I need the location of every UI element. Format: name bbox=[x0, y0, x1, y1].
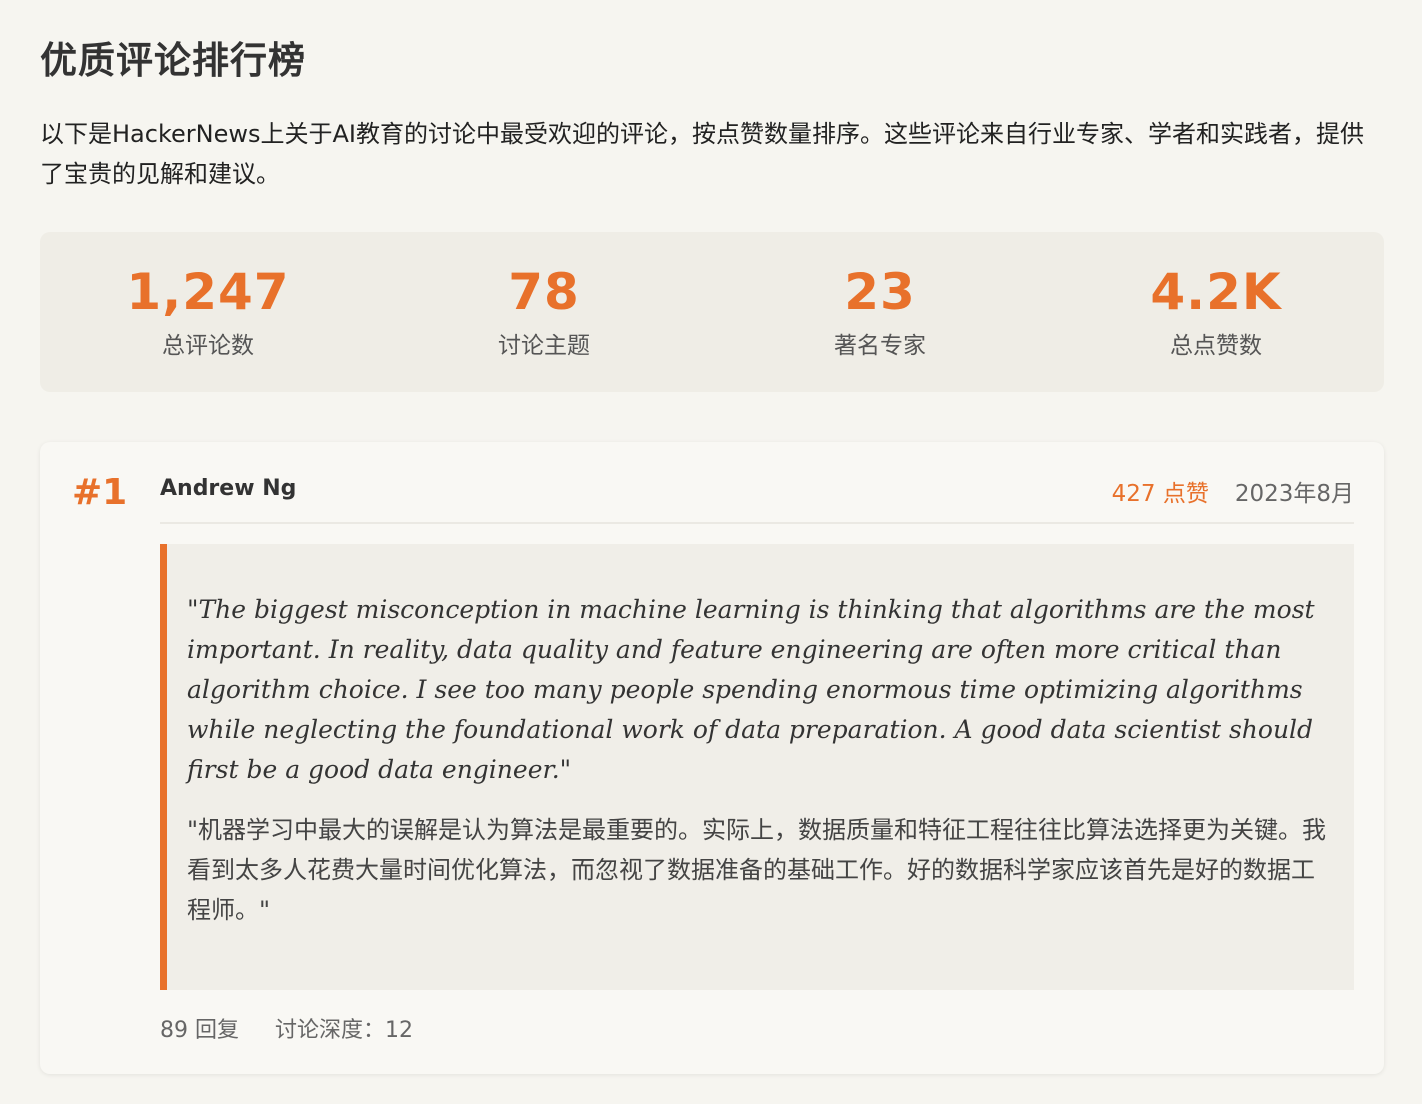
comment-meta: 427 点赞 2023年8月 bbox=[1112, 474, 1354, 508]
intro-text: 以下是HackerNews上关于AI教育的讨论中最受欢迎的评论，按点赞数量排序。… bbox=[40, 120, 1364, 188]
stat-value: 4.2K bbox=[1150, 263, 1282, 321]
page-title: 优质评论排行榜 bbox=[40, 39, 306, 82]
comment-header: Andrew Ng 427 点赞 2023年8月 bbox=[160, 472, 1354, 524]
comment-rank: #1 bbox=[72, 472, 128, 513]
stats-panel: 1,247 总评论数 78 讨论主题 23 著名专家 4.2K 总点赞数 bbox=[40, 232, 1384, 392]
stat-total-likes: 4.2K 总点赞数 bbox=[1048, 232, 1384, 392]
likes-count[interactable]: 427 点赞 bbox=[1112, 481, 1209, 507]
replies-count[interactable]: 89 回复 bbox=[160, 1018, 239, 1043]
comment-quote: "The biggest misconception in machine le… bbox=[160, 544, 1354, 990]
stat-value: 78 bbox=[508, 263, 580, 321]
discussion-depth: 讨论深度：12 bbox=[275, 1018, 413, 1043]
stat-experts: 23 著名专家 bbox=[712, 232, 1048, 392]
stat-total-comments: 1,247 总评论数 bbox=[40, 232, 376, 392]
comment-footer: 89 回复 讨论深度：12 bbox=[160, 1012, 413, 1044]
stat-label: 总评论数 bbox=[162, 333, 254, 359]
comment-date: 2023年8月 bbox=[1234, 481, 1354, 507]
comment-card: #1 Andrew Ng 427 点赞 2023年8月 "The biggest … bbox=[40, 442, 1384, 1074]
quote-english: "The biggest misconception in machine le… bbox=[187, 595, 1315, 784]
stat-label: 讨论主题 bbox=[498, 333, 590, 359]
stat-value: 23 bbox=[844, 263, 916, 321]
stat-label: 总点赞数 bbox=[1170, 333, 1262, 359]
stat-label: 著名专家 bbox=[834, 333, 926, 359]
stat-topics: 78 讨论主题 bbox=[376, 232, 712, 392]
stat-value: 1,247 bbox=[126, 263, 290, 321]
comment-author[interactable]: Andrew Ng bbox=[160, 476, 296, 501]
quote-chinese: "机器学习中最大的误解是认为算法是最重要的。实际上，数据质量和特征工程往往比算法… bbox=[187, 816, 1327, 924]
page: 优质评论排行榜 以下是HackerNews上关于AI教育的讨论中最受欢迎的评论，… bbox=[0, 0, 1422, 1104]
